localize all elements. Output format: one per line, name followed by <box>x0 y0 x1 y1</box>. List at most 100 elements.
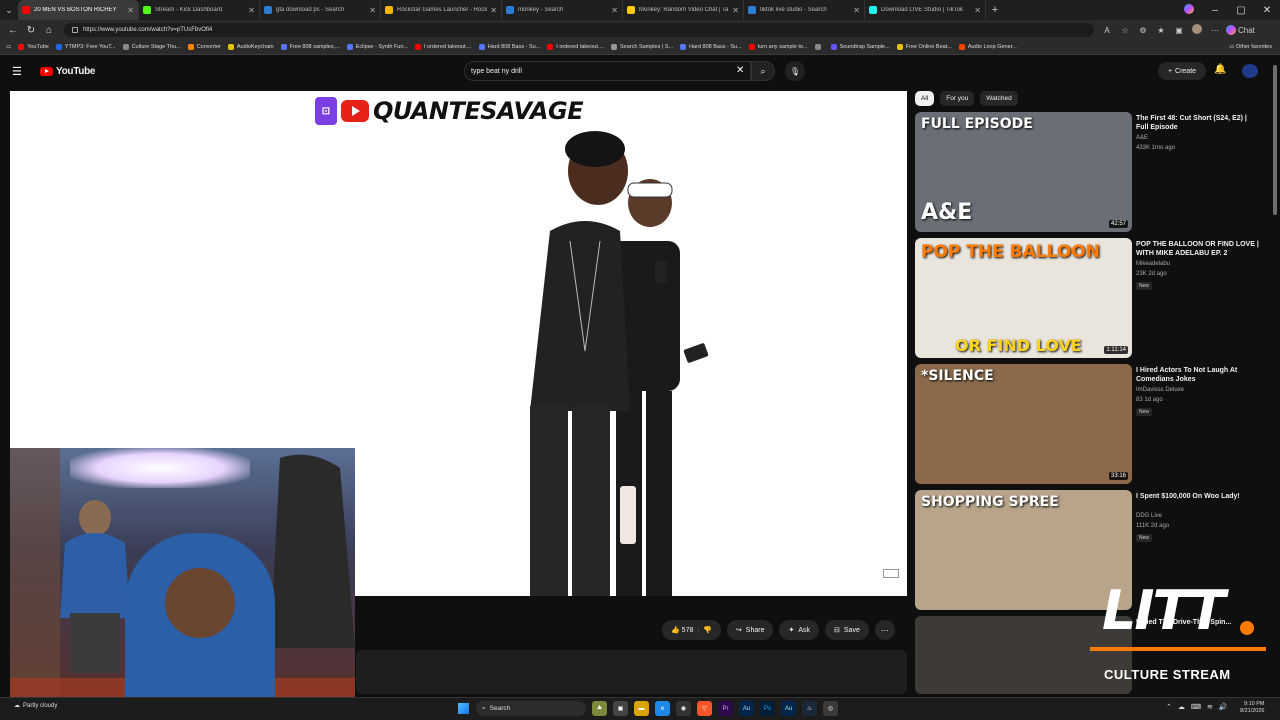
tab-close-icon[interactable]: ✕ <box>369 6 376 15</box>
browser-tab[interactable]: monkey - Search ✕ <box>502 0 623 20</box>
bookmark-item[interactable]: AudioKeychain <box>227 44 274 50</box>
bookmarks-folder-icon[interactable]: ▭ <box>6 44 11 50</box>
bookmark-item[interactable]: Eclipse - Synth Fun... <box>346 44 408 50</box>
bookmark-item[interactable]: turn any sample to... <box>748 44 808 50</box>
audition-icon-2[interactable]: Au <box>781 701 796 716</box>
video-thumbnail[interactable]: FULL EPISODE A&E 42:57 <box>915 112 1132 232</box>
start-button[interactable] <box>458 703 469 714</box>
cloud-icon[interactable]: ☁ <box>1178 703 1185 711</box>
task-view-icon[interactable]: ▣ <box>613 701 628 716</box>
recommended-video[interactable]: POP THE BALLOON OR FIND LOVE 1:11:14 POP TH… <box>915 238 1270 358</box>
tab-close-icon[interactable]: ✕ <box>853 6 860 15</box>
filter-chip[interactable]: All <box>915 91 935 106</box>
bookmark-item[interactable]: Free 808 samples,... <box>280 44 340 50</box>
bookmark-item[interactable]: Converter <box>187 44 221 50</box>
bookmark-item[interactable]: Free Online Beat... <box>896 44 952 50</box>
bookmark-item[interactable]: I ordered takeout.... <box>414 44 472 50</box>
tab-close-icon[interactable]: ✕ <box>127 6 134 15</box>
ask-button[interactable]: ✦ Ask <box>779 620 820 640</box>
favorite-star-icon[interactable]: ☆ <box>1118 26 1132 35</box>
voice-search-button[interactable]: 🎙 <box>785 61 805 81</box>
new-tab-button[interactable]: + <box>986 4 1004 16</box>
extensions-icon[interactable]: ⚙ <box>1136 26 1150 35</box>
bookmark-item[interactable] <box>814 44 824 50</box>
tab-close-icon[interactable]: ✕ <box>248 6 255 15</box>
copilot-icon[interactable] <box>1176 3 1202 17</box>
account-avatar[interactable] <box>1242 64 1258 78</box>
tray-chevron-icon[interactable]: ⌃ <box>1166 703 1172 711</box>
language-icon[interactable]: ⌨ <box>1191 703 1201 711</box>
share-button[interactable]: ↪ Share <box>726 620 774 640</box>
save-button[interactable]: ⊟ Save <box>825 620 869 640</box>
browser-tab[interactable]: Stream - Kick Dashboard ✕ <box>139 0 260 20</box>
more-actions-button[interactable]: ⋯ <box>874 620 895 640</box>
channel-name[interactable]: ImDavisss Deluxe <box>1136 387 1184 393</box>
favorites-icon[interactable]: ★ <box>1154 26 1168 35</box>
brave-icon[interactable]: ▽ <box>697 701 712 716</box>
bookmark-item[interactable]: Hard 808 Bass - Su... <box>680 44 742 50</box>
channel-name[interactable]: Mikeadelabu <box>1136 261 1170 267</box>
taskbar-clock[interactable]: 9:10 PM 8/21/2026 <box>1240 701 1264 715</box>
page-scrollbar[interactable] <box>1271 57 1279 693</box>
tab-close-icon[interactable]: ✕ <box>490 6 497 15</box>
steam-icon[interactable]: ♨ <box>802 701 817 716</box>
widgets-icon[interactable]: ⛰ <box>592 701 607 716</box>
bookmark-item[interactable]: Culture Stage Thu... <box>122 44 181 50</box>
copilot-chat-button[interactable]: Chat <box>1226 25 1255 35</box>
premiere-icon[interactable]: Pr <box>718 701 733 716</box>
bookmark-item[interactable]: Search Samples | S... <box>610 44 673 50</box>
youtube-logo[interactable]: YouTube <box>40 66 96 77</box>
browser-tab[interactable]: Monkey: Random Video Chat | Ta ✕ <box>623 0 744 20</box>
obs-icon[interactable]: ◎ <box>823 701 838 716</box>
tab-actions-menu-icon[interactable]: ⌄ <box>0 0 18 20</box>
bookmark-item[interactable]: I ordered takeout.... <box>547 44 604 50</box>
wifi-icon[interactable]: ≋ <box>1207 703 1213 711</box>
browser-tab[interactable]: Download LIVE Studio | TikTok ✕ <box>865 0 986 20</box>
volume-icon[interactable]: 🔊 <box>1219 703 1228 711</box>
dislike-button[interactable]: 👎 <box>703 626 712 634</box>
refresh-button[interactable]: ↻ <box>22 25 40 36</box>
description-box[interactable] <box>356 650 907 694</box>
create-button[interactable]: + Create <box>1158 62 1206 80</box>
recommended-video[interactable]: *SILENCE 33:16 I Hired Actors To Not Laugh… <box>915 364 1270 484</box>
filter-chip[interactable]: Watched <box>980 91 1018 106</box>
video-thumbnail[interactable]: *SILENCE 33:16 <box>915 364 1132 484</box>
clear-search-icon[interactable]: ✕ <box>736 65 744 76</box>
channel-name[interactable]: DDG Live <box>1136 513 1162 519</box>
filter-chip[interactable]: For you <box>940 91 975 106</box>
url-field[interactable]: https://www.youtube.com/watch?v=pTUsFbvO… <box>64 23 1094 37</box>
search-button[interactable]: ⌕ <box>751 61 775 81</box>
edge-icon[interactable]: e <box>655 701 670 716</box>
photoshop-icon[interactable]: Ps <box>760 701 775 716</box>
maximize-button[interactable]: ▢ <box>1228 5 1254 16</box>
video-title[interactable]: The First 48: Cut Short (S24, E2) | Full… <box>1136 114 1261 132</box>
collections-icon[interactable]: ▣ <box>1172 26 1186 35</box>
close-window-button[interactable]: ✕ <box>1254 5 1280 16</box>
profile-avatar[interactable] <box>1190 24 1204 36</box>
tab-close-icon[interactable]: ✕ <box>611 6 618 15</box>
weather-widget[interactable]: ☁ Partly cloudy <box>14 702 57 710</box>
like-button[interactable]: 👍 578 <box>671 626 693 634</box>
channel-name[interactable]: A&E <box>1136 135 1148 141</box>
more-menu-icon[interactable]: ⋯ <box>1208 26 1222 35</box>
video-title[interactable]: I Spent $100,000 On Woo Lady! <box>1136 492 1261 501</box>
bookmark-item[interactable]: Hard 808 Bass - Su... <box>478 44 540 50</box>
recommended-video[interactable]: FULL EPISODE A&E 42:57 The First 48: Cut Sh… <box>915 112 1270 232</box>
tab-close-icon[interactable]: ✕ <box>974 6 981 15</box>
search-input[interactable]: type beat ny drill <box>464 61 751 81</box>
browser-tab[interactable]: gta download pc - Search ✕ <box>260 0 381 20</box>
browser-tab[interactable]: 20 MEN VS BOSTON RICHEY ✕ <box>18 0 139 20</box>
other-favorites[interactable]: ▭ Other favorites <box>1229 44 1272 50</box>
bookmark-item[interactable]: YTMP3: Free YouT... <box>55 44 116 50</box>
back-button[interactable]: ← <box>4 25 22 36</box>
taskbar-search[interactable]: ⌕ Search <box>476 701 586 716</box>
bookmark-item[interactable]: YouTube <box>18 44 49 50</box>
video-title[interactable]: POP THE BALLOON OR FIND LOVE | WITH MIKE… <box>1136 240 1261 258</box>
audition-icon[interactable]: Au <box>739 701 754 716</box>
bookmark-item[interactable]: Soundtrap Sample... <box>830 44 890 50</box>
notifications-bell-icon[interactable]: 🔔 <box>1214 64 1226 75</box>
home-button[interactable]: ⌂ <box>40 25 58 36</box>
bookmark-item[interactable]: Audio Loop Gener... <box>958 44 1017 50</box>
video-title[interactable]: I Hired Actors To Not Laugh At Comedians… <box>1136 366 1261 384</box>
menu-icon[interactable]: ☰ <box>12 65 30 78</box>
